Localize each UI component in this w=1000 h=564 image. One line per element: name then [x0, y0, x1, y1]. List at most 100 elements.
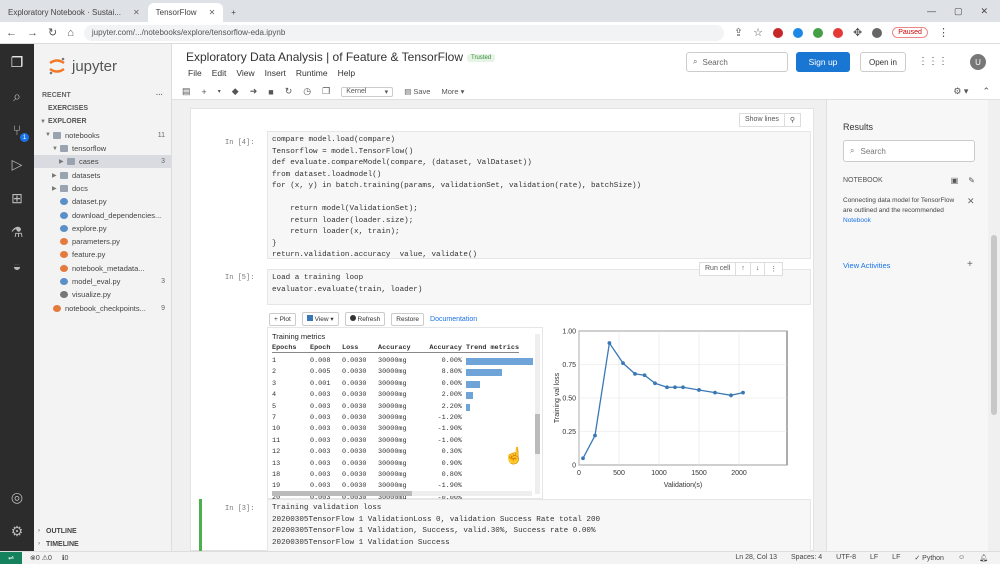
clock-icon[interactable]: ◷	[303, 86, 311, 97]
bell-icon[interactable]: 🔔︎	[979, 554, 988, 562]
file-tree-item[interactable]: ▶ docs	[34, 182, 171, 195]
settings-gear-icon[interactable]: ⚙	[7, 521, 27, 541]
puzzle-icon[interactable]: ✥	[853, 26, 862, 39]
collapse-icon[interactable]: ⌃	[982, 86, 990, 97]
end-of-line[interactable]: LF	[870, 554, 878, 562]
file-tree-item[interactable]: ▶ cases 3	[34, 155, 171, 169]
gear-icon[interactable]: ⚙ ▾	[953, 86, 968, 97]
file-tree-item[interactable]: explore.py	[34, 222, 171, 235]
restore-button[interactable]: Restore	[391, 312, 425, 326]
note-link[interactable]: Notebook	[843, 217, 871, 224]
language-mode[interactable]: LF	[892, 554, 900, 562]
search-icon[interactable]: ⌕	[7, 86, 27, 106]
file-tree-item[interactable]: download_dependencies...	[34, 208, 171, 221]
sign-up-button[interactable]: Sign up	[796, 52, 850, 72]
python-mode[interactable]: ✓ Python	[914, 554, 944, 562]
back-icon[interactable]: ←	[6, 27, 17, 39]
explorer-section-header[interactable]: ▼ EXPLORER	[34, 115, 171, 128]
extension-icon[interactable]	[792, 27, 803, 38]
scroll-thumb[interactable]	[535, 414, 540, 454]
save-button[interactable]: ▤ Save	[404, 87, 430, 96]
browser-tab-active[interactable]: TensorFlow ✕	[147, 3, 224, 22]
code-cell[interactable]: compare model.load(compare) Tensorflow = …	[267, 131, 811, 259]
file-tree-item[interactable]: ▶ datasets	[34, 168, 171, 181]
refresh-button[interactable]: Refresh	[344, 312, 386, 326]
plot-button[interactable]: + Plot	[269, 312, 296, 326]
notebook-title[interactable]: Exploratory Data Analysis | of Feature &…	[186, 50, 496, 64]
extensions-icon[interactable]: ⊞	[7, 188, 27, 208]
reload-icon[interactable]: ↻	[48, 26, 57, 39]
file-tree-item[interactable]: ▼ tensorflow	[34, 142, 171, 155]
copy-icon[interactable]: ❐	[322, 86, 330, 97]
forward-icon[interactable]: →	[27, 27, 38, 39]
timeline-section-header[interactable]: › TIMELINE	[34, 538, 172, 551]
encoding[interactable]: UTF-8	[836, 554, 856, 562]
save-icon[interactable]: ▤	[182, 86, 191, 97]
menu-item[interactable]: Runtime	[296, 68, 328, 78]
indentation[interactable]: Spaces: 4	[791, 554, 822, 562]
maximize-icon[interactable]: ▢	[954, 6, 963, 17]
file-tree-item[interactable]: feature.py	[34, 248, 171, 261]
recent-item[interactable]: EXERCISES	[34, 102, 171, 115]
documentation-link[interactable]: Documentation	[430, 316, 477, 323]
feedback-icon[interactable]: ☺	[958, 554, 965, 562]
file-tree-item[interactable]: notebook_metadata...	[34, 262, 171, 275]
restart-icon[interactable]: ↻	[285, 86, 293, 97]
edit-icon[interactable]: ✎	[968, 176, 975, 185]
file-tree-item[interactable]: parameters.py	[34, 235, 171, 248]
source-control-icon[interactable]: ⑂ 1	[7, 120, 29, 142]
new-tab-button[interactable]: +	[223, 3, 244, 22]
open-in-button[interactable]: Open in	[860, 52, 906, 72]
table-h-scrollbar[interactable]	[272, 491, 532, 496]
file-tree-item[interactable]: dataset.py	[34, 195, 171, 208]
dropdown-icon[interactable]: ▾	[218, 88, 221, 95]
more-button[interactable]: More ▾	[441, 87, 464, 96]
home-icon[interactable]: ⌂	[67, 27, 74, 39]
move-left-icon[interactable]: ◆	[232, 86, 239, 97]
run-icon[interactable]: ➜	[250, 86, 258, 97]
problems-count[interactable]: ⊗0 ⚠0	[30, 554, 52, 562]
menu-item[interactable]: Help	[338, 68, 355, 78]
files-icon[interactable]: ❐	[7, 52, 27, 72]
more-icon[interactable]: ⋮	[765, 263, 782, 275]
copy-icon[interactable]: ▣	[951, 176, 959, 185]
menu-item[interactable]: Edit	[212, 68, 227, 78]
menu-icon[interactable]: ⋮	[938, 26, 949, 39]
menu-item[interactable]: File	[188, 68, 202, 78]
extension-icon[interactable]	[772, 27, 783, 38]
stop-icon[interactable]: ■	[268, 87, 273, 97]
run-cell-button[interactable]: Run cell	[700, 263, 737, 275]
search-input[interactable]: ⌕ Search	[686, 52, 788, 72]
code-cell[interactable]: Training validation loss 20200305TensorFl…	[267, 499, 811, 551]
outline-section-header[interactable]: › OUTLINE	[34, 524, 172, 537]
browser-tab[interactable]: Exploratory Notebook · Sustai... ✕	[0, 3, 148, 22]
close-icon[interactable]: ✕	[967, 196, 975, 207]
scroll-thumb[interactable]	[991, 235, 997, 415]
ports-count[interactable]: ℹ0	[62, 554, 69, 562]
account-icon[interactable]: ◎	[7, 487, 27, 507]
close-icon[interactable]: ✕	[209, 8, 216, 17]
recent-section-header[interactable]: RECENT ···	[34, 88, 171, 102]
show-lines-button[interactable]: Show lines ⚲	[739, 113, 801, 127]
close-icon[interactable]: ✕	[133, 8, 140, 17]
url-field[interactable]: jupyter.com/.../notebooks/explore/tensor…	[83, 24, 724, 41]
file-tree-item[interactable]: notebook_checkpoints... 9	[34, 301, 171, 314]
add-icon[interactable]: +	[967, 259, 973, 270]
more-icon[interactable]: ···	[156, 92, 163, 99]
cursor-position[interactable]: Ln 28, Col 13	[735, 554, 777, 562]
extension-icon[interactable]	[812, 27, 823, 38]
table-scrollbar[interactable]	[535, 334, 540, 494]
close-window-icon[interactable]: ✕	[980, 6, 988, 17]
menu-item[interactable]: Insert	[265, 68, 286, 78]
move-down-icon[interactable]: ↓	[751, 263, 766, 275]
flask-icon[interactable]: ⚗	[7, 222, 27, 242]
avatar[interactable]: U	[970, 54, 986, 70]
file-tree-item[interactable]: model_eval.py 3	[34, 275, 171, 288]
kernel-select[interactable]: Kernel ▾	[341, 86, 394, 97]
minimize-icon[interactable]: —	[927, 6, 936, 16]
star-icon[interactable]: ☆	[753, 26, 763, 39]
file-tree-item[interactable]: ▼ notebooks 11	[34, 129, 171, 142]
apps-grid-icon[interactable]: ⋮⋮⋮	[918, 56, 948, 67]
move-up-icon[interactable]: ↑	[736, 263, 751, 275]
view-activities-link[interactable]: View Activities	[843, 261, 890, 270]
